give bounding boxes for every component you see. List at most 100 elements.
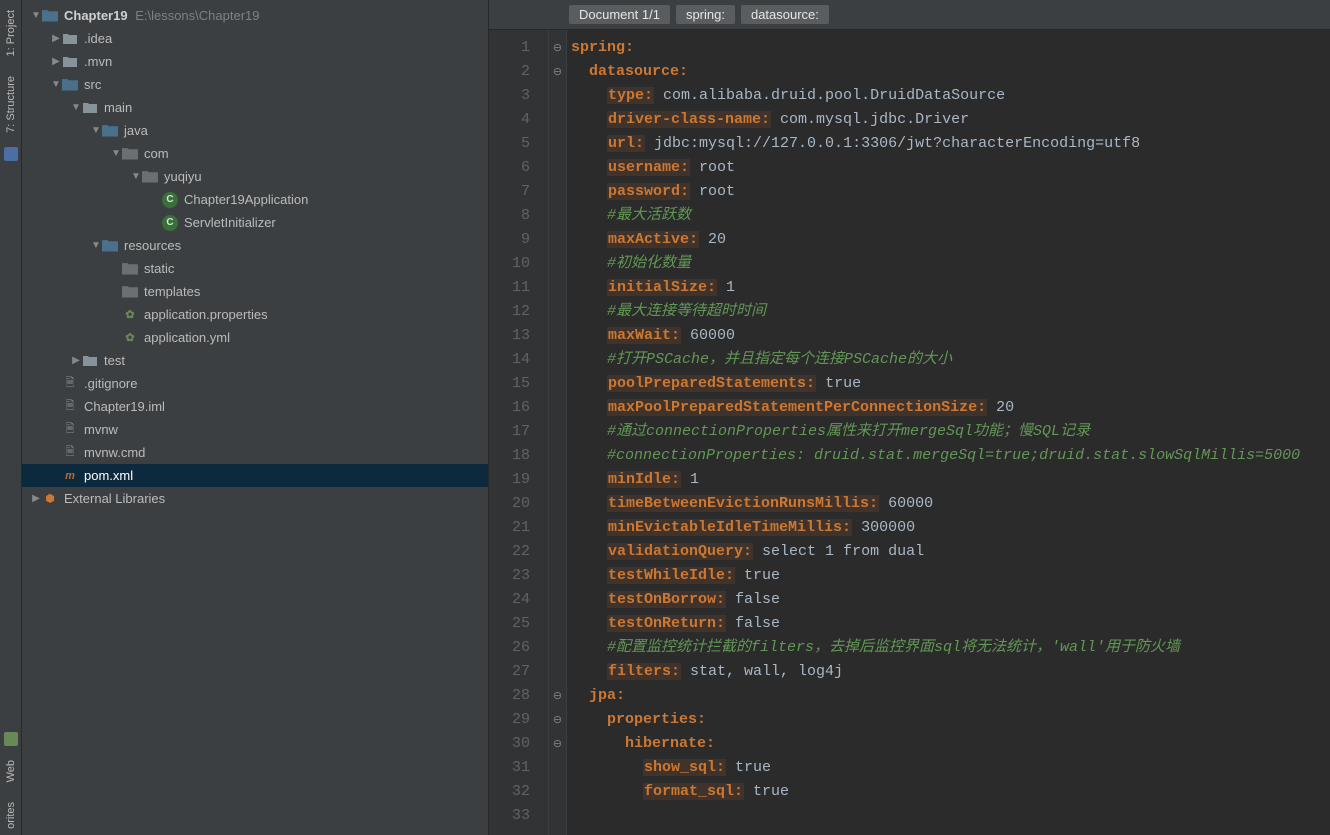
package-icon — [122, 284, 138, 300]
project-panel: ▼ Chapter19 E:\lessons\Chapter19 ▶ .idea ▶ .m… — [22, 0, 489, 835]
tree-row[interactable]: ▼ main — [22, 96, 488, 119]
tree-row[interactable]: ▼ yuqiyu — [22, 165, 488, 188]
tree-row[interactable]: 🗎 mvnw — [22, 418, 488, 441]
tree-row[interactable]: ▶⬢ External Libraries — [22, 487, 488, 510]
tree-item-label: Chapter19Application — [184, 192, 308, 207]
source-folder-icon — [102, 123, 118, 139]
fold-gutter[interactable]: ⊖ ⊖ ⊖ ⊖ ⊖ — [549, 30, 567, 835]
expand-arrow-icon[interactable]: ▼ — [70, 102, 82, 113]
tree-row[interactable]: ▼ com — [22, 142, 488, 165]
tree-row[interactable]: ▶ test — [22, 349, 488, 372]
folder-icon — [82, 100, 98, 116]
folder-icon — [62, 31, 78, 47]
code-editor[interactable]: spring: datasource: type: com.alibaba.dr… — [567, 30, 1330, 835]
tree-row[interactable]: CServletInitializer — [22, 211, 488, 234]
expand-arrow-icon[interactable]: ▶ — [70, 355, 82, 366]
folder-icon — [62, 54, 78, 70]
breadcrumb-bar: Document 1/1 spring: datasource: — [489, 0, 1330, 30]
expand-arrow-icon[interactable]: ▼ — [90, 240, 102, 251]
tree-item-label: mvnw — [84, 422, 118, 437]
fold-toggle-icon[interactable]: ⊖ — [553, 66, 562, 78]
tree-row[interactable]: 🗎 .gitignore — [22, 372, 488, 395]
maven-file-icon: m — [62, 468, 78, 484]
fold-toggle-icon[interactable]: ⊖ — [553, 690, 562, 702]
tree-item-label: com — [144, 146, 169, 161]
tree-item-label: static — [144, 261, 174, 276]
tree-row[interactable]: ▼ java — [22, 119, 488, 142]
module-icon — [42, 8, 58, 24]
fold-toggle-icon[interactable]: ⊖ — [553, 714, 562, 726]
tree-item-label: .idea — [84, 31, 112, 46]
tree-row[interactable]: m pom.xml — [22, 464, 488, 487]
editor-area: Document 1/1 spring: datasource: 1234567… — [489, 0, 1330, 835]
tree-row[interactable]: ▶ .idea — [22, 27, 488, 50]
breadcrumb-item-1[interactable]: datasource: — [741, 5, 829, 24]
file-icon: 🗎 — [62, 445, 78, 461]
package-icon — [122, 261, 138, 277]
source-folder-icon — [62, 77, 78, 93]
tree-item-label: resources — [124, 238, 181, 253]
project-tree[interactable]: ▼ Chapter19 E:\lessons\Chapter19 ▶ .idea ▶ .m… — [22, 0, 488, 835]
expand-arrow-icon[interactable]: ▼ — [110, 148, 122, 159]
tool-tab-structure[interactable]: 7: Structure — [3, 70, 19, 139]
line-number-gutter[interactable]: 1234567891011121314151617181920212223242… — [489, 30, 549, 835]
yaml-file-icon: ✿ — [122, 330, 138, 346]
breadcrumb-doc[interactable]: Document 1/1 — [569, 5, 670, 24]
libraries-icon: ⬢ — [42, 491, 58, 507]
fold-toggle-icon[interactable]: ⊖ — [553, 738, 562, 750]
tool-tab-web[interactable]: Web — [3, 754, 19, 788]
file-icon: 🗎 — [62, 422, 78, 438]
tree-item-label: .gitignore — [84, 376, 137, 391]
tree-item-label: yuqiyu — [164, 169, 202, 184]
tree-item-label: application.yml — [144, 330, 230, 345]
expand-arrow-icon[interactable]: ▶ — [50, 33, 62, 44]
fold-toggle-icon[interactable]: ⊖ — [553, 42, 562, 54]
expand-arrow-icon[interactable]: ▶ — [30, 493, 42, 504]
left-tool-strip: 1: Project 7: Structure Web orites — [0, 0, 22, 835]
tree-row[interactable]: templates — [22, 280, 488, 303]
tool-tab-project[interactable]: 1: Project — [3, 4, 19, 62]
breadcrumb-item-0[interactable]: spring: — [676, 5, 735, 24]
file-icon: 🗎 — [62, 376, 78, 392]
structure-icon — [4, 147, 18, 161]
tree-item-label: ServletInitializer — [184, 215, 276, 230]
source-folder-icon — [102, 238, 118, 254]
tree-row[interactable]: ✿ application.yml — [22, 326, 488, 349]
expand-arrow-icon[interactable]: ▶ — [50, 56, 62, 67]
package-icon — [122, 146, 138, 162]
tree-item-label: src — [84, 77, 101, 92]
tree-row[interactable]: C Chapter19Application — [22, 188, 488, 211]
tree-row[interactable]: ▼ resources — [22, 234, 488, 257]
tree-item-label: External Libraries — [64, 491, 165, 506]
tree-row[interactable]: ▼ src — [22, 73, 488, 96]
tree-item-label: templates — [144, 284, 200, 299]
tree-item-label: mvnw.cmd — [84, 445, 145, 460]
tool-tab-favorites[interactable]: orites — [3, 796, 19, 835]
web-icon — [4, 732, 18, 746]
editor-body: 1234567891011121314151617181920212223242… — [489, 30, 1330, 835]
tree-row[interactable]: ✿ application.properties — [22, 303, 488, 326]
tree-item-label: pom.xml — [84, 468, 133, 483]
expand-arrow-icon[interactable]: ▼ — [30, 10, 42, 21]
folder-icon — [82, 353, 98, 369]
tree-row[interactable]: static — [22, 257, 488, 280]
tree-item-label: .mvn — [84, 54, 112, 69]
tree-item-label: test — [104, 353, 125, 368]
expand-arrow-icon[interactable]: ▼ — [130, 171, 142, 182]
tree-row[interactable]: 🗎 mvnw.cmd — [22, 441, 488, 464]
tree-row[interactable]: ▼ Chapter19 E:\lessons\Chapter19 — [22, 4, 488, 27]
class-icon: C — [162, 192, 178, 208]
package-icon — [142, 169, 158, 185]
tree-item-label: Chapter19 — [64, 8, 128, 23]
tree-item-label: Chapter19.iml — [84, 399, 165, 414]
expand-arrow-icon[interactable]: ▼ — [90, 125, 102, 136]
tree-row[interactable]: ▶ .mvn — [22, 50, 488, 73]
tree-item-label: application.properties — [144, 307, 268, 322]
properties-file-icon: ✿ — [122, 307, 138, 323]
expand-arrow-icon[interactable]: ▼ — [50, 79, 62, 90]
tree-item-label: main — [104, 100, 132, 115]
tree-item-path: E:\lessons\Chapter19 — [132, 8, 260, 23]
file-icon: 🗎 — [62, 399, 78, 415]
tree-item-label: java — [124, 123, 148, 138]
tree-row[interactable]: 🗎 Chapter19.iml — [22, 395, 488, 418]
